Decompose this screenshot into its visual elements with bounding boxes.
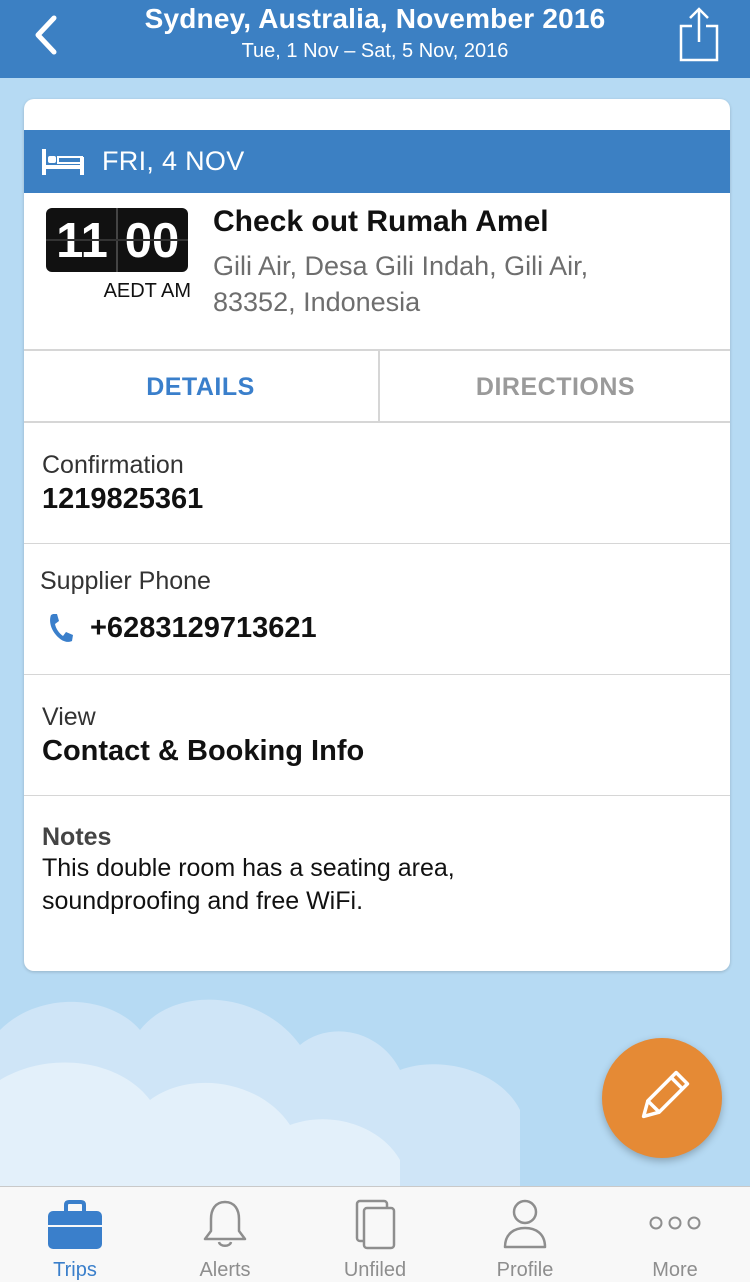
detail-tabs: DETAILS DIRECTIONS: [24, 349, 730, 423]
event-title: Check out Rumah Amel: [213, 205, 549, 238]
trip-dates: Tue, 1 Nov – Sat, 5 Nov, 2016: [241, 40, 509, 62]
itinerary-card: FRI, 4 NOV 11 00 AEDT AM Check out Rumah…: [24, 99, 730, 971]
day-header: FRI, 4 NOV: [24, 130, 730, 193]
clock-fold-line: [46, 239, 188, 241]
day-label: FRI, 4 NOV: [102, 146, 245, 176]
supplier-phone-section[interactable]: Supplier Phone +6283129713621: [24, 544, 730, 675]
pencil-icon: [641, 1070, 690, 1119]
tab-alerts[interactable]: Alerts: [150, 1187, 300, 1282]
more-dots-icon: [649, 1216, 701, 1230]
briefcase-icon: [48, 1200, 102, 1249]
notes-label: Notes: [42, 823, 112, 851]
supplier-phone-label: Supplier Phone: [40, 567, 211, 595]
tab-trips[interactable]: Trips: [0, 1187, 150, 1282]
tab-details[interactable]: DETAILS: [24, 351, 377, 423]
address-line-1: Gili Air, Desa Gili Indah, Gili Air,: [213, 251, 589, 281]
event-address: Gili Air, Desa Gili Indah, Gili Air, 833…: [213, 248, 683, 320]
timezone-label: AEDT AM: [103, 280, 191, 302]
time-minutes: 00: [124, 214, 180, 268]
bell-icon: [203, 1200, 247, 1247]
person-icon: [503, 1199, 547, 1249]
tab-unfiled[interactable]: Unfiled: [300, 1187, 450, 1282]
contact-booking-section[interactable]: View Contact & Booking Info: [24, 675, 730, 796]
time-flip-clock: 11 00: [46, 208, 188, 272]
share-icon: [679, 7, 719, 62]
view-label: View: [42, 703, 96, 731]
notes-section: Notes This double room has a seating are…: [24, 796, 730, 966]
notes-line-1: This double room has a seating area,: [42, 854, 455, 882]
confirmation-label: Confirmation: [42, 451, 184, 479]
trip-title: Sydney, Australia, November 2016: [144, 3, 606, 34]
contact-booking-link[interactable]: Contact & Booking Info: [42, 735, 364, 768]
notes-line-2: soundproofing and free WiFi.: [42, 887, 364, 915]
notes-text: This double room has a seating area, sou…: [42, 852, 455, 918]
bottom-tab-bar: Trips Alerts Unfiled Profile More: [0, 1186, 750, 1282]
phone-icon: [50, 614, 73, 642]
tab-more[interactable]: More: [600, 1187, 750, 1282]
supplier-phone-number[interactable]: +6283129713621: [90, 612, 317, 645]
confirmation-number: 1219825361: [42, 483, 204, 515]
tab-alerts-label: Alerts: [199, 1259, 251, 1281]
bed-icon: [42, 149, 84, 175]
share-button[interactable]: [678, 6, 720, 62]
tab-profile[interactable]: Profile: [450, 1187, 600, 1282]
tab-trips-label: Trips: [53, 1259, 97, 1281]
tab-profile-label: Profile: [496, 1259, 554, 1281]
tab-unfiled-label: Unfiled: [343, 1259, 407, 1281]
confirmation-section: Confirmation 1219825361: [24, 423, 730, 544]
documents-icon: [355, 1199, 396, 1250]
edit-fab-button[interactable]: [602, 1038, 722, 1158]
tab-more-label: More: [652, 1259, 698, 1281]
time-hours: 11: [56, 214, 108, 268]
tab-directions[interactable]: DIRECTIONS: [378, 351, 730, 423]
top-bar: Sydney, Australia, November 2016 Tue, 1 …: [0, 0, 750, 78]
address-line-2: 83352, Indonesia: [213, 287, 421, 317]
